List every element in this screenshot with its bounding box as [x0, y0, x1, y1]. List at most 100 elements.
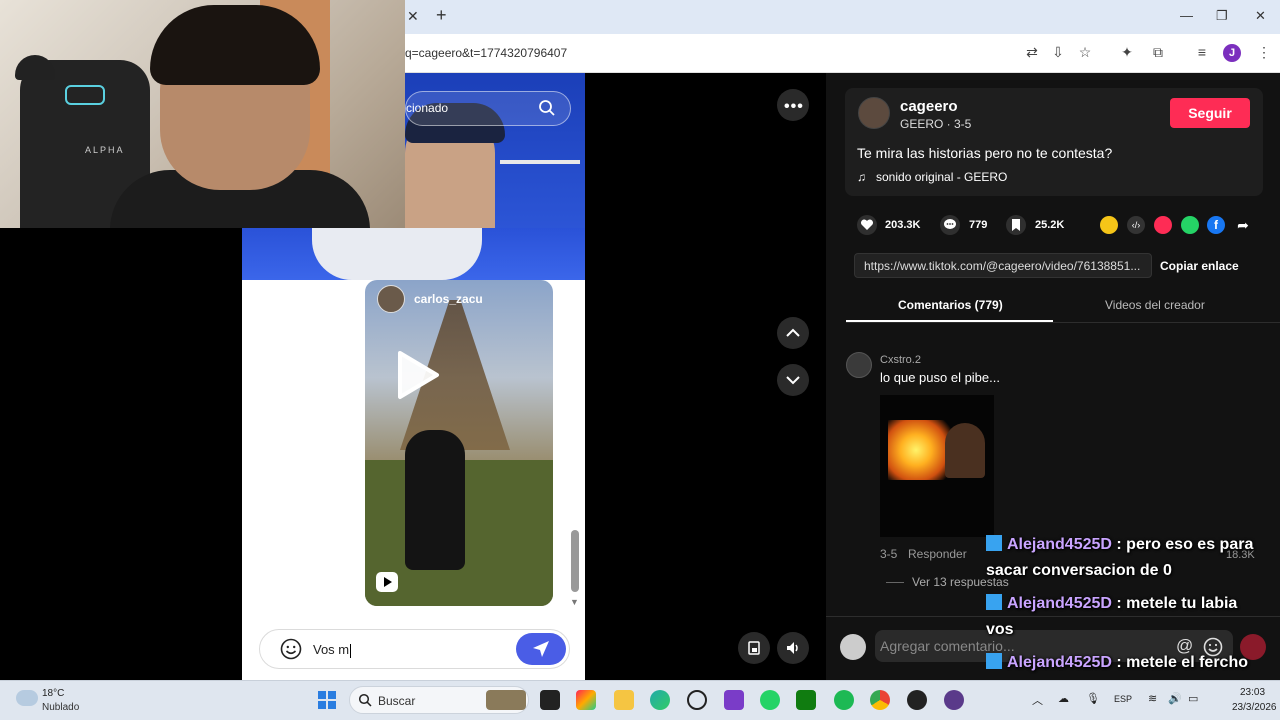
scroll-down-arrow[interactable]: ▼: [570, 597, 580, 607]
comment-avatar[interactable]: [846, 352, 872, 378]
composer-divider: [826, 616, 1280, 617]
embed-icon[interactable]: ‹/›: [1127, 216, 1145, 234]
ig-search-text: cionado: [406, 101, 449, 115]
new-tab-button[interactable]: +: [436, 6, 450, 24]
save-count: 25.2K: [1035, 219, 1065, 231]
screen: ✕ + — ❐ ✕ q=cageero&t=1774320796407 ⇄ ⇩ …: [0, 0, 1280, 720]
my-avatar: [840, 634, 866, 660]
comment-count: 779: [969, 219, 988, 231]
send-button[interactable]: [516, 633, 566, 665]
extension-icon[interactable]: ✦: [1119, 44, 1135, 60]
webcam-bystander: [15, 55, 55, 80]
chat-message-wrap: sacar conversacion de 0: [986, 562, 1172, 579]
microphone-icon[interactable]: 🎙: [1086, 692, 1100, 705]
message-draft: Vos m: [313, 642, 352, 658]
creator-avatar[interactable]: [858, 97, 890, 129]
play-icon[interactable]: [396, 350, 440, 400]
spotify-icon[interactable]: [834, 690, 854, 710]
mini-player-button[interactable]: [738, 632, 770, 664]
comment-icon: [944, 219, 956, 229]
tab-comments[interactable]: Comentarios (779): [898, 298, 1003, 312]
tab-creator-videos[interactable]: Videos del creador: [1105, 298, 1205, 312]
copilot-icon[interactable]: [576, 690, 596, 710]
whatsapp-icon[interactable]: [760, 690, 780, 710]
chat-message: Alejand4525D : metele el fercho: [986, 653, 1248, 672]
file-explorer-icon[interactable]: [614, 690, 634, 710]
onedrive-icon[interactable]: ☁: [1058, 692, 1069, 705]
weather-temperature[interactable]: 18°C: [42, 688, 64, 699]
shared-reel[interactable]: [365, 280, 553, 606]
browser-menu-icon[interactable]: ⋮: [1256, 44, 1272, 60]
chair-logo: [65, 85, 105, 105]
ig-video-lower: [242, 228, 585, 280]
previous-video-button[interactable]: [777, 317, 809, 349]
post-caption: Te mira las historias pero no te contest…: [857, 145, 1113, 161]
post-link: https://www.tiktok.com/@cageero/video/76…: [864, 259, 1141, 273]
chat-message: Alejand4525D : pero eso es para: [986, 535, 1253, 554]
xbox-icon[interactable]: [796, 690, 816, 710]
profile-avatar[interactable]: J: [1223, 44, 1241, 62]
tray-expand-icon[interactable]: ︿: [1032, 692, 1043, 708]
chrome-icon[interactable]: [870, 690, 890, 710]
chevron-down-icon: [786, 376, 800, 385]
speaker-icon[interactable]: 🔊: [1168, 692, 1182, 705]
reel-icon: [376, 572, 398, 592]
comment-text: lo que puso el pibe...: [880, 370, 1000, 385]
search-highlight-icon[interactable]: [486, 690, 526, 710]
save-button[interactable]: [1006, 215, 1026, 235]
wifi-icon[interactable]: ≋: [1148, 692, 1157, 705]
task-view-icon[interactable]: [540, 690, 560, 710]
reading-list-icon[interactable]: ≡: [1194, 44, 1210, 60]
repost-icon[interactable]: [1100, 216, 1118, 234]
creator-username[interactable]: cageero: [900, 98, 958, 115]
search-icon[interactable]: [538, 99, 556, 117]
chevron-up-icon: [786, 328, 800, 337]
windows-start-icon[interactable]: [318, 691, 336, 709]
bookmark-star-icon[interactable]: ☆: [1077, 44, 1093, 60]
clock-time[interactable]: 23:03: [1240, 687, 1265, 698]
clock-date[interactable]: 23/3/2026: [1232, 702, 1277, 713]
app-icon[interactable]: [944, 690, 964, 710]
address-bar[interactable]: q=cageero&t=1774320796407: [405, 46, 567, 60]
follow-button[interactable]: Seguir: [1170, 98, 1250, 128]
sound-link[interactable]: sonido original - GEERO: [876, 170, 1007, 184]
translate-icon[interactable]: ⇄: [1024, 44, 1040, 60]
send-to-friends-icon[interactable]: [1154, 216, 1172, 234]
comment-image[interactable]: [880, 395, 994, 537]
facebook-icon[interactable]: f: [1207, 216, 1225, 234]
puzzle-icon[interactable]: ⧉: [1150, 44, 1166, 60]
share-arrow-icon[interactable]: ➦: [1234, 216, 1252, 234]
minimize-icon[interactable]: —: [1180, 8, 1193, 23]
install-icon[interactable]: ⇩: [1050, 44, 1066, 60]
browser-tabstrip: [405, 0, 1280, 34]
next-video-button[interactable]: [777, 364, 809, 396]
like-button[interactable]: [857, 215, 877, 235]
cloud-icon[interactable]: [16, 690, 38, 706]
comment-button[interactable]: [940, 215, 960, 235]
close-tab-icon[interactable]: ✕: [407, 9, 419, 23]
comment-image-person: [945, 423, 985, 478]
language-indicator[interactable]: ESP: [1114, 694, 1132, 704]
reel-avatar: [377, 285, 405, 313]
copy-link-button[interactable]: Copiar enlace: [1160, 259, 1239, 273]
edge-icon[interactable]: [650, 690, 670, 710]
taskbar-search-label: Buscar: [378, 694, 416, 708]
battery-icon[interactable]: ▭: [1188, 692, 1198, 705]
app-icon[interactable]: [724, 690, 744, 710]
emoji-icon[interactable]: [280, 638, 302, 660]
whatsapp-icon[interactable]: [1181, 216, 1199, 234]
scrollbar[interactable]: [571, 530, 579, 592]
volume-button[interactable]: [777, 632, 809, 664]
reply-button[interactable]: Responder: [908, 547, 967, 561]
more-options-icon: •••: [784, 98, 804, 115]
weather-condition[interactable]: Nublado: [42, 702, 79, 713]
restore-icon[interactable]: ❐: [1216, 8, 1228, 24]
chair-brand: ALPHA: [85, 145, 125, 155]
comment-username[interactable]: Cxstro.2: [880, 354, 921, 366]
like-count: 203.3K: [885, 219, 921, 231]
reel-person: [405, 430, 465, 570]
window-close-icon[interactable]: ✕: [1255, 8, 1266, 24]
chat-badge-icon: [986, 535, 1002, 551]
chatgpt-icon[interactable]: [687, 690, 707, 710]
obs-icon[interactable]: [907, 690, 927, 710]
